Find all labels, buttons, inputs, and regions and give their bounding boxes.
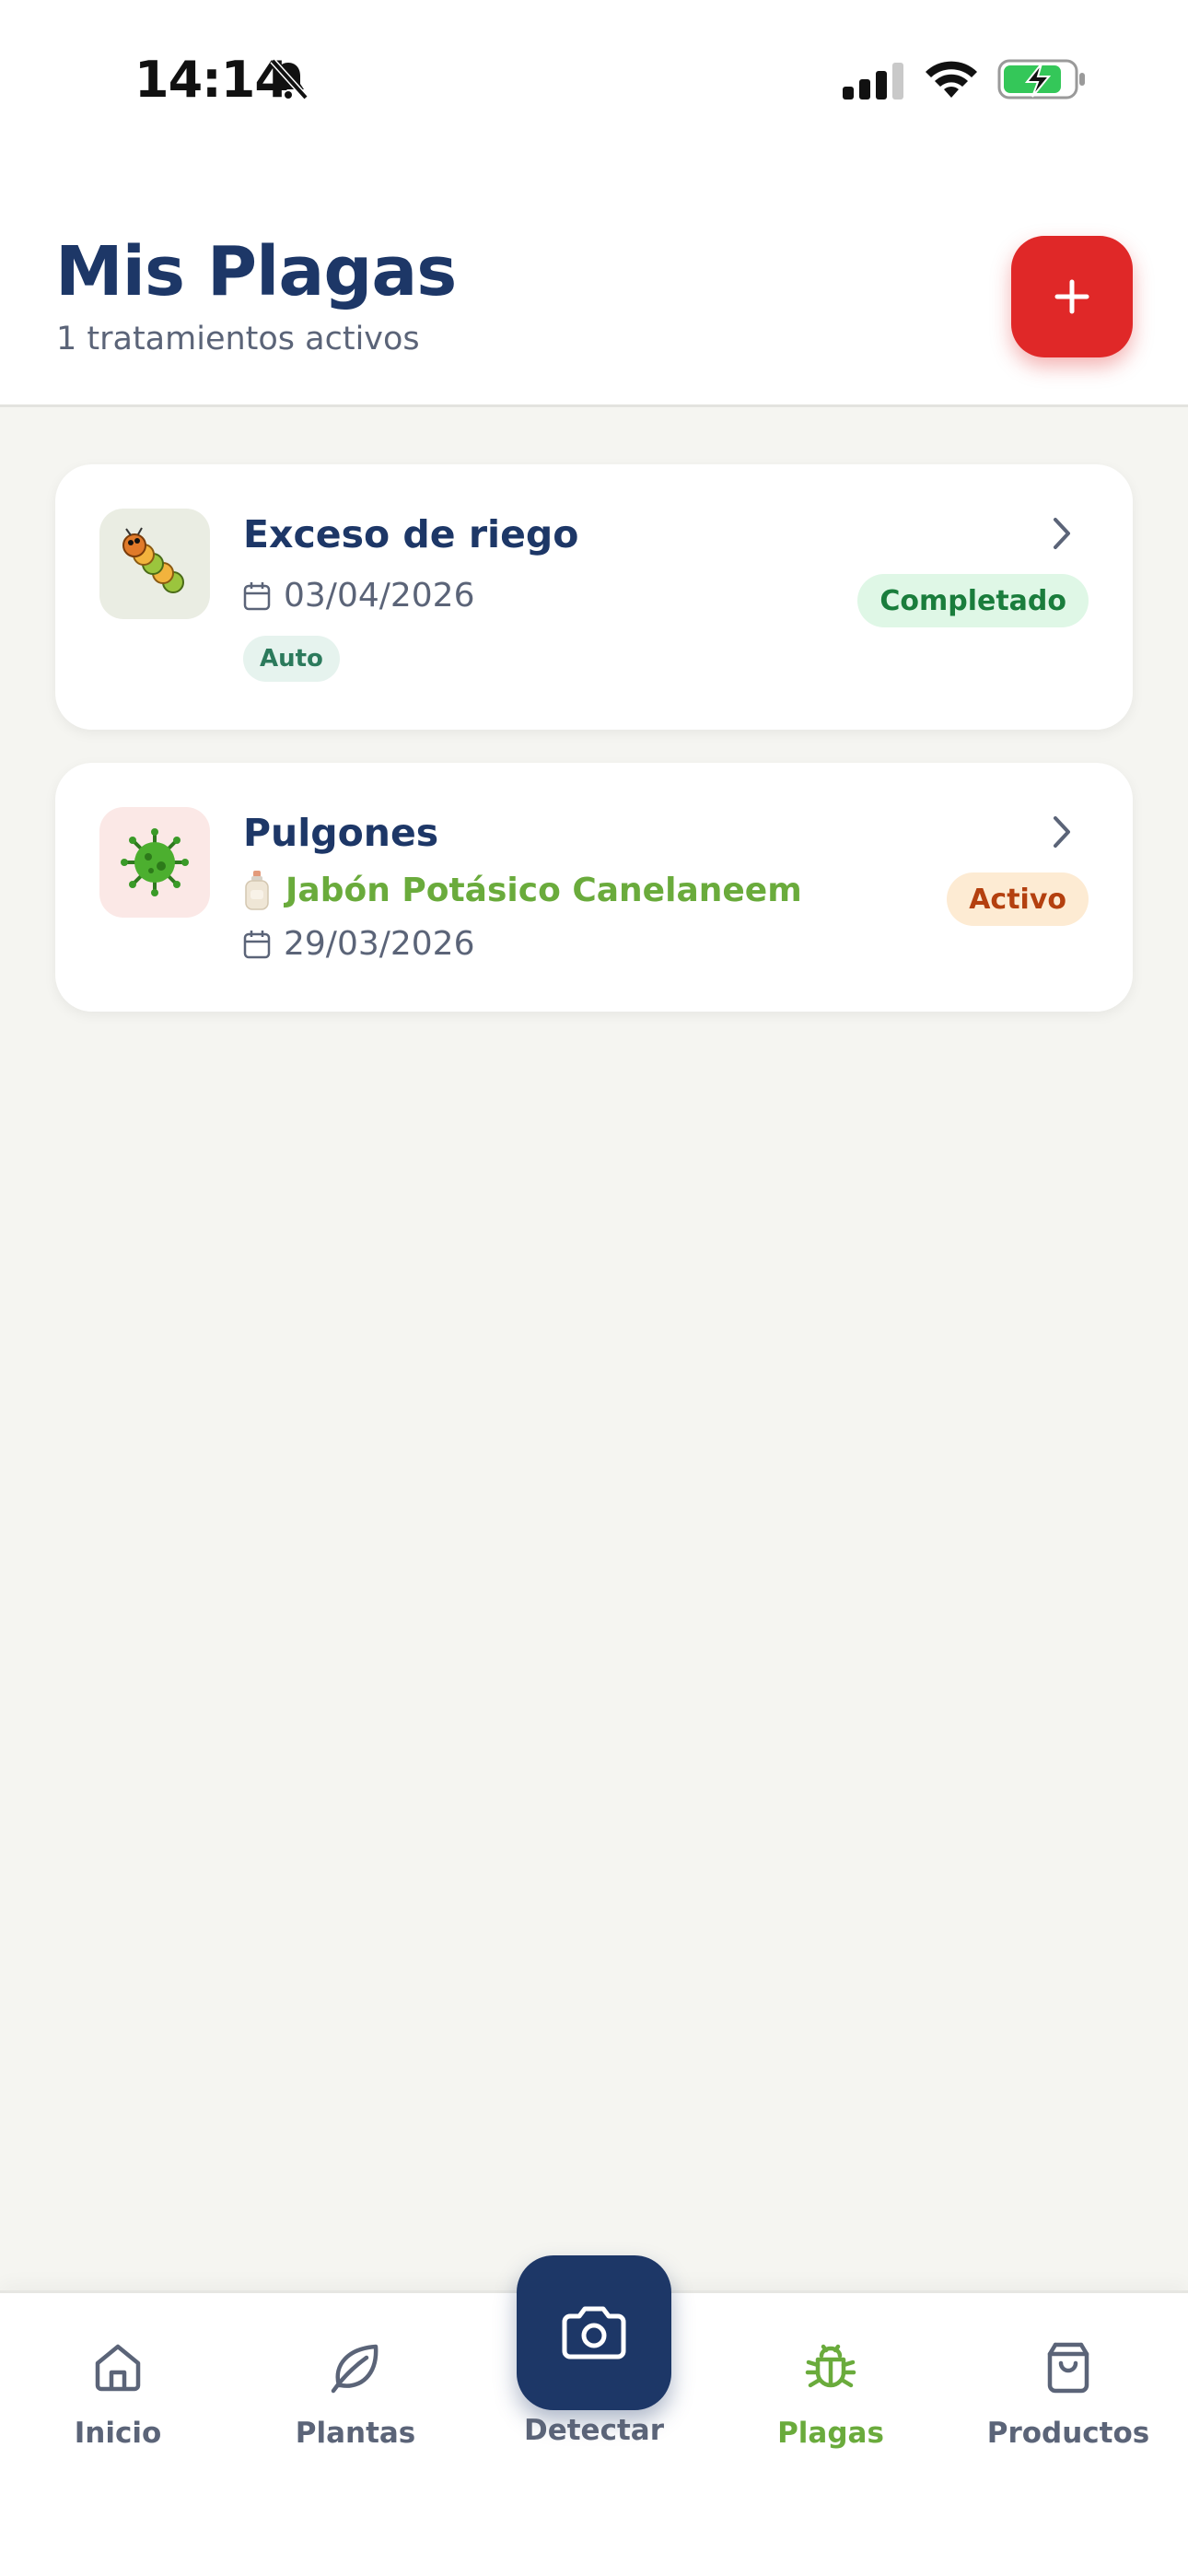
- nav-item-plagas[interactable]: Plagas: [729, 2293, 932, 2477]
- wifi-icon: [926, 61, 977, 98]
- nav-label-detectar: Detectar: [523, 2414, 664, 2447]
- treatment-card[interactable]: Pulgones Jabón Potásico Canelaneem 29/03…: [55, 763, 1133, 1012]
- nav-item-productos[interactable]: Productos: [967, 2293, 1170, 2477]
- camera-icon: [562, 2306, 626, 2359]
- nav-label: Inicio: [74, 2417, 162, 2450]
- auto-tag: Auto: [243, 636, 340, 682]
- cellular-signal-icon: [843, 63, 903, 100]
- pest-thumbnail: [99, 509, 210, 619]
- nav-label: Plagas: [777, 2417, 884, 2450]
- home-icon: [95, 2344, 141, 2392]
- nav-item-inicio[interactable]: Inicio: [17, 2293, 219, 2477]
- leaf-icon: [331, 2344, 379, 2394]
- soap-bottle-icon: [245, 871, 269, 910]
- pest-thumbnail: [99, 807, 210, 918]
- plus-icon: [1054, 279, 1089, 314]
- status-time: 14:14: [134, 51, 289, 109]
- treatment-date: 03/04/2026: [284, 577, 475, 615]
- status-badge: Completado: [857, 574, 1089, 627]
- caterpillar-icon: [122, 527, 184, 593]
- battery-charging-icon: [997, 59, 1085, 100]
- nav-label: Plantas: [295, 2417, 416, 2450]
- status-badge: Activo: [947, 872, 1089, 926]
- virus-icon: [121, 828, 189, 896]
- treatment-date-row: 03/04/2026: [243, 577, 475, 615]
- header-area: 14:14 Mis Plagas 1 tratamientos activos: [0, 0, 1188, 407]
- screen: 14:14 Mis Plagas 1 tratamientos activos: [0, 0, 1188, 2576]
- treatment-product-row: Jabón Potásico Canelaneem: [243, 870, 802, 910]
- nav-label: Productos: [986, 2417, 1150, 2450]
- calendar-icon: [243, 930, 271, 958]
- treatment-product: Jabón Potásico Canelaneem: [285, 871, 802, 909]
- treatment-title: Exceso de riego: [243, 512, 579, 556]
- treatment-date-row: 29/03/2026: [243, 925, 475, 963]
- treatment-card[interactable]: Exceso de riego 03/04/2026 Auto Completa…: [55, 464, 1133, 730]
- page-title: Mis Plagas: [55, 232, 457, 311]
- add-treatment-button[interactable]: [1011, 236, 1133, 357]
- treatment-date: 29/03/2026: [284, 925, 475, 963]
- chevron-right-icon: [1054, 518, 1070, 549]
- bell-off-icon: [270, 58, 309, 100]
- nav-item-plantas[interactable]: Plantas: [254, 2293, 457, 2477]
- shopping-bag-icon: [1047, 2342, 1089, 2394]
- nav-item-detectar[interactable]: [517, 2255, 671, 2410]
- page-subtitle: 1 tratamientos activos: [56, 321, 420, 357]
- bug-icon: [805, 2344, 856, 2388]
- chevron-right-icon: [1054, 816, 1070, 848]
- calendar-icon: [243, 581, 271, 610]
- treatment-title: Pulgones: [243, 811, 439, 855]
